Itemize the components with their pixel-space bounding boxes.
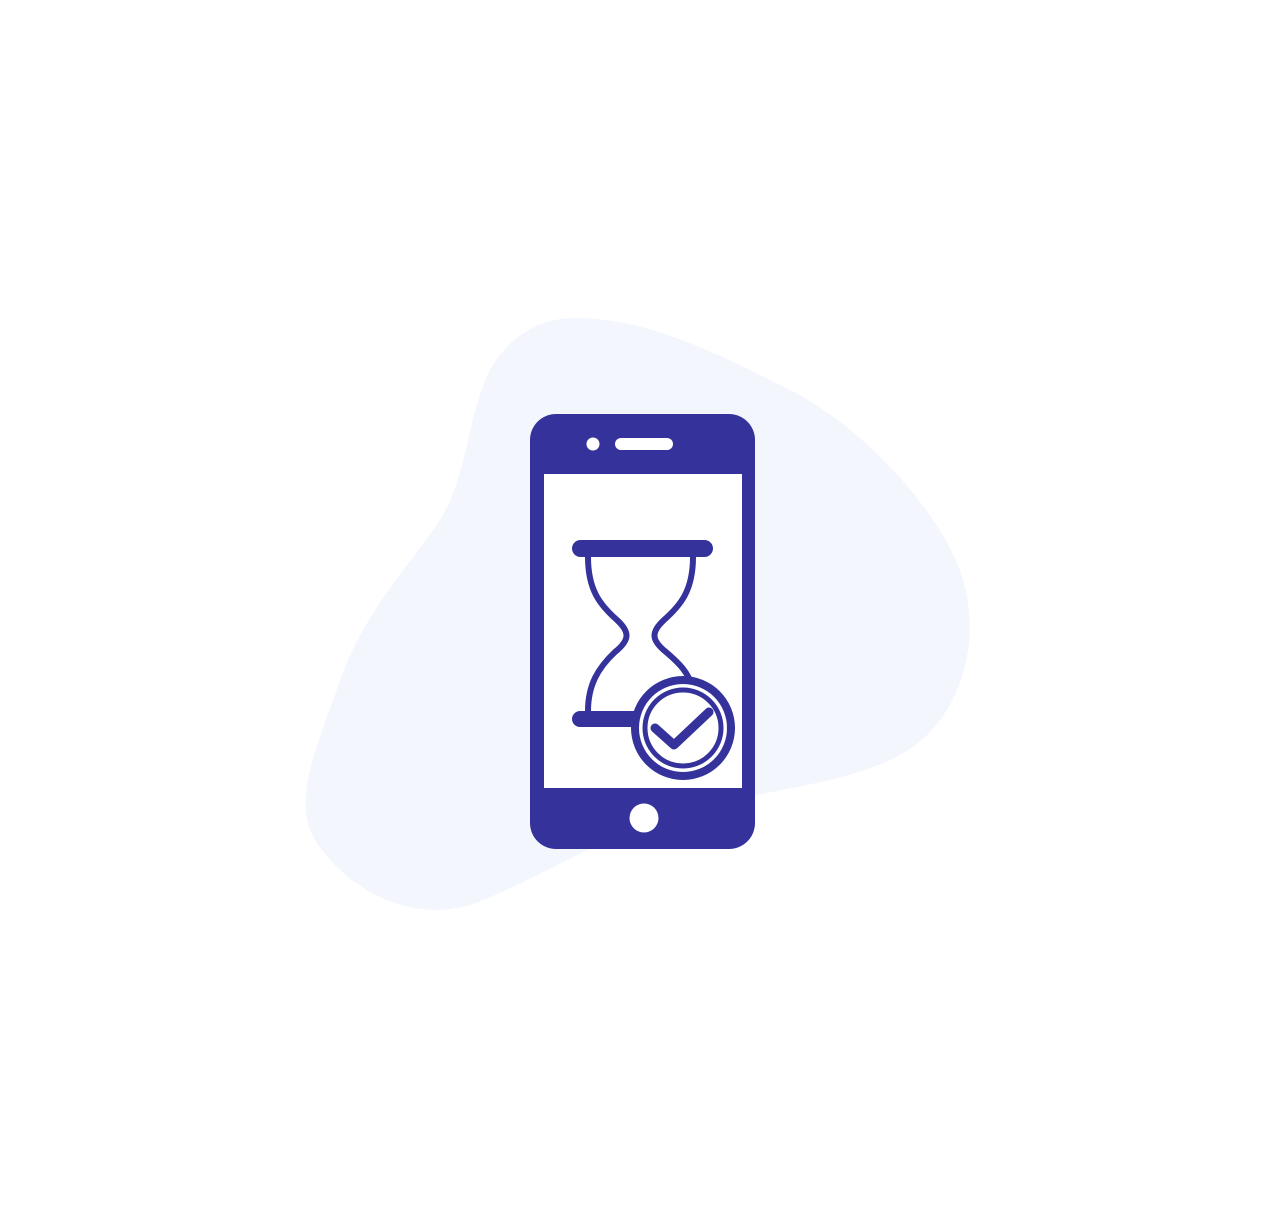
speaker-grille-icon bbox=[615, 438, 673, 450]
illustration-svg bbox=[305, 318, 970, 910]
front-camera-icon bbox=[586, 437, 600, 451]
illustration-canvas bbox=[0, 0, 1279, 1227]
phone-icon bbox=[530, 414, 755, 849]
home-button-icon bbox=[629, 803, 659, 833]
check-circle-icon bbox=[631, 676, 735, 780]
